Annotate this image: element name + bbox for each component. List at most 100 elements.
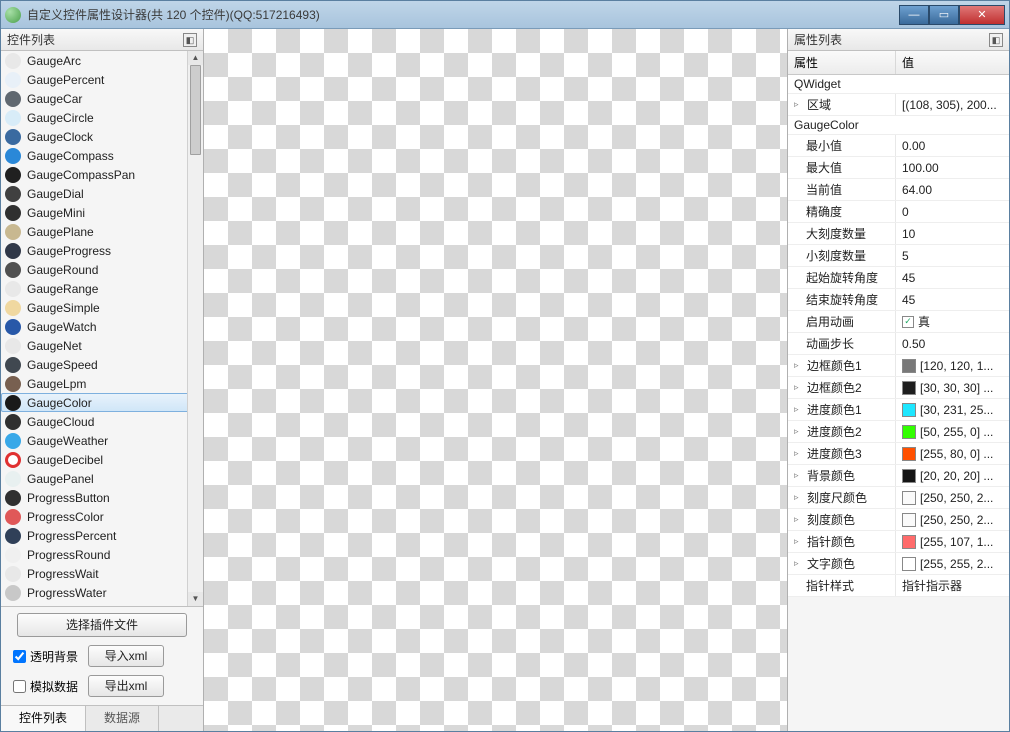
select-plugin-button[interactable]: 选择插件文件 [17,613,187,637]
widget-item-gaugearc[interactable]: GaugeArc [1,51,203,70]
widget-label: GaugeRange [27,282,98,296]
transparent-bg-checkbox[interactable]: 透明背景 [13,648,78,665]
prop-scale-color[interactable]: 刻度尺颜色[250, 250, 2... [788,487,1009,509]
prop-min[interactable]: 最小值0.00 [788,135,1009,157]
widget-item-gaugeweather[interactable]: GaugeWeather [1,431,203,450]
widget-label: GaugeClock [27,130,93,144]
dock-left: 控件列表 ◧ GaugeArcGaugePercentGaugeCarGauge… [1,29,204,731]
prop-border-color2[interactable]: 边框颜色2[30, 30, 30] ... [788,377,1009,399]
dock-left-float-button[interactable]: ◧ [183,33,197,47]
widget-list-scrollbar[interactable]: ▲ ▼ [187,51,203,606]
prop-pointer-color[interactable]: 指针颜色[255, 107, 1... [788,531,1009,553]
widget-label: GaugeRound [27,263,98,277]
prop-tick-color[interactable]: 刻度颜色[250, 250, 2... [788,509,1009,531]
widget-label: GaugePanel [27,472,94,486]
prop-max[interactable]: 最大值100.00 [788,157,1009,179]
widget-label: GaugeSpeed [27,358,98,372]
widget-item-gaugecar[interactable]: GaugeCar [1,89,203,108]
widget-icon [5,186,21,202]
widget-item-gaugeplane[interactable]: GaugePlane [1,222,203,241]
widget-item-progressbutton[interactable]: ProgressButton [1,488,203,507]
widget-icon [5,319,21,335]
prop-region[interactable]: 区域[(108, 305), 200... [788,94,1009,116]
tab-datasource[interactable]: 数据源 [86,706,159,731]
widget-item-progresswait[interactable]: ProgressWait [1,564,203,583]
export-xml-button[interactable]: 导出xml [88,675,164,697]
anim-checkbox[interactable]: ✓ [902,316,914,328]
prop-progress-color1[interactable]: 进度颜色1[30, 231, 25... [788,399,1009,421]
widget-icon [5,338,21,354]
widget-item-gaugepercent[interactable]: GaugePercent [1,70,203,89]
widget-item-progresswater[interactable]: ProgressWater [1,583,203,602]
prop-major-ticks[interactable]: 大刻度数量10 [788,223,1009,245]
widget-item-gaugerange[interactable]: GaugeRange [1,279,203,298]
transparent-bg-input[interactable] [13,650,26,663]
tab-widgets[interactable]: 控件列表 [1,706,86,731]
prop-pointer-style[interactable]: 指针样式指针指示器 [788,575,1009,597]
left-bottom-panel: 选择插件文件 透明背景 导入xml 模拟数据 导出xml [1,606,203,705]
dock-right-float-button[interactable]: ◧ [989,33,1003,47]
prop-progress-color3[interactable]: 进度颜色3[255, 80, 0] ... [788,443,1009,465]
prop-precision[interactable]: 精确度0 [788,201,1009,223]
widget-icon [5,414,21,430]
group-qwidget[interactable]: QWidget [788,75,1009,94]
maximize-button[interactable]: ▭ [929,5,959,25]
prop-start-angle[interactable]: 起始旋转角度45 [788,267,1009,289]
prop-text-color[interactable]: 文字颜色[255, 255, 2... [788,553,1009,575]
property-header: 属性 值 [788,51,1009,75]
prop-anim-step[interactable]: 动画步长0.50 [788,333,1009,355]
widget-item-gaugesimple[interactable]: GaugeSimple [1,298,203,317]
app-window: 自定义控件属性设计器(共 120 个控件)(QQ:517216493) — ▭ … [0,0,1010,732]
widget-item-gaugepanel[interactable]: GaugePanel [1,469,203,488]
widget-item-gaugewatch[interactable]: GaugeWatch [1,317,203,336]
prop-progress-color2[interactable]: 进度颜色2[50, 255, 0] ... [788,421,1009,443]
widget-item-gaugeprogress[interactable]: GaugeProgress [1,241,203,260]
widget-item-gaugemini[interactable]: GaugeMini [1,203,203,222]
widget-label: ProgressRound [27,548,110,562]
widget-item-gaugeclock[interactable]: GaugeClock [1,127,203,146]
scroll-thumb[interactable] [190,65,201,155]
widget-label: GaugeCompass [27,149,114,163]
widget-label: GaugeMini [27,206,85,220]
widget-icon [5,243,21,259]
widget-item-progressround[interactable]: ProgressRound [1,545,203,564]
scroll-up-arrow[interactable]: ▲ [188,51,203,65]
widget-item-gaugelpm[interactable]: GaugeLpm [1,374,203,393]
dock-left-header: 控件列表 ◧ [1,29,203,51]
prop-end-angle[interactable]: 结束旋转角度45 [788,289,1009,311]
prop-bg-color[interactable]: 背景颜色[20, 20, 20] ... [788,465,1009,487]
prop-animation[interactable]: 启用动画✓真 [788,311,1009,333]
widget-item-gaugecolor[interactable]: GaugeColor [1,393,203,412]
widget-icon [5,281,21,297]
group-gaugecolor[interactable]: GaugeColor [788,116,1009,135]
close-button[interactable]: ✕ [959,5,1005,25]
simulate-data-input[interactable] [13,680,26,693]
import-xml-button[interactable]: 导入xml [88,645,164,667]
titlebar[interactable]: 自定义控件属性设计器(共 120 个控件)(QQ:517216493) — ▭ … [1,1,1009,29]
widget-item-gaugecircle[interactable]: GaugeCircle [1,108,203,127]
widget-item-gaugedial[interactable]: GaugeDial [1,184,203,203]
swatch-pc3 [902,447,916,461]
widget-item-progresspercent[interactable]: ProgressPercent [1,526,203,545]
design-canvas[interactable] [204,29,787,731]
swatch-bg [902,469,916,483]
prop-current[interactable]: 当前值64.00 [788,179,1009,201]
prop-border-color1[interactable]: 边框颜色1[120, 120, 1... [788,355,1009,377]
window-body: 控件列表 ◧ GaugeArcGaugePercentGaugeCarGauge… [1,29,1009,731]
widget-item-progresscolor[interactable]: ProgressColor [1,507,203,526]
minimize-button[interactable]: — [899,5,929,25]
widget-item-gaugenet[interactable]: GaugeNet [1,336,203,355]
simulate-data-checkbox[interactable]: 模拟数据 [13,678,78,695]
widget-item-gaugeround[interactable]: GaugeRound [1,260,203,279]
widget-icon [5,585,21,601]
dock-right: 属性列表 ◧ 属性 值 QWidget 区域[(108, 305), 200..… [787,29,1009,731]
widget-item-gaugedecibel[interactable]: GaugeDecibel [1,450,203,469]
prop-minor-ticks[interactable]: 小刻度数量5 [788,245,1009,267]
scroll-down-arrow[interactable]: ▼ [188,592,203,606]
swatch-txt [902,557,916,571]
widget-icon [5,262,21,278]
widget-item-gaugecompasspan[interactable]: GaugeCompassPan [1,165,203,184]
widget-item-gaugecompass[interactable]: GaugeCompass [1,146,203,165]
widget-item-gaugespeed[interactable]: GaugeSpeed [1,355,203,374]
widget-item-gaugecloud[interactable]: GaugeCloud [1,412,203,431]
